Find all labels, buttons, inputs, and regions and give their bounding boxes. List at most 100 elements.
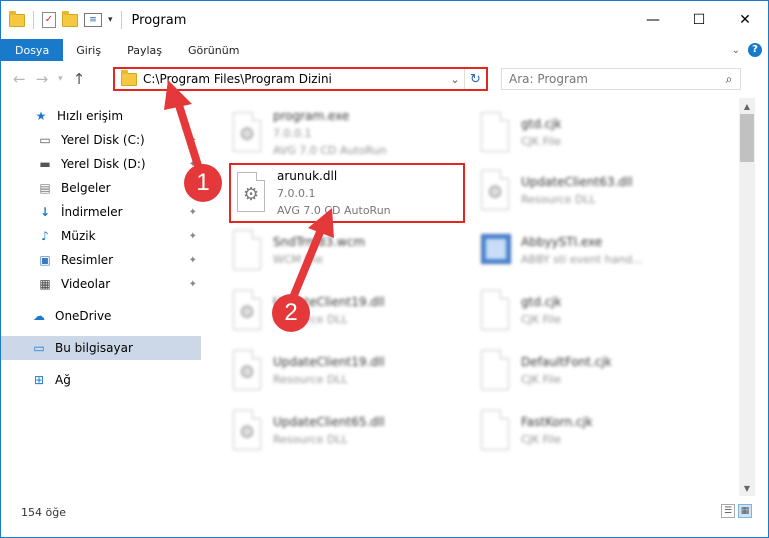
properties-check-icon[interactable]: ✓ <box>42 12 56 28</box>
file-item-arunuk-dll[interactable]: ⚙ arunuk.dll 7.0.0.1 AVG 7.0 CD AutoRun <box>233 165 473 221</box>
nav-item-label: İndirmeler <box>61 205 123 219</box>
toolbar-divider <box>120 11 122 29</box>
customize-dropdown-icon[interactable]: ▾ <box>108 15 113 25</box>
pin-icon: ✦ <box>188 206 197 218</box>
file-name: AbbyySTI.exe <box>521 235 603 249</box>
nav-item-label: Hızlı erişim <box>57 109 124 123</box>
file-name: FastKorn.cjk <box>521 415 593 429</box>
nav-item-label: Müzik <box>61 229 96 243</box>
file-item[interactable]: ⚙ program.exe 7.0.0.1 AVG 7.0 CD AutoRun <box>229 105 469 161</box>
file-type: CJK File <box>521 433 562 446</box>
file-type: CJK File <box>521 135 562 148</box>
nav-item-local-disk-c[interactable]: ▭ Yerel Disk (C:) ✦ <box>1 128 201 152</box>
up-arrow-icon[interactable]: ↑ <box>73 70 86 88</box>
search-icon[interactable]: ⌕ <box>718 72 740 87</box>
file-name: UpdateClient65.dll <box>273 415 385 429</box>
file-item[interactable]: ⚙ UpdateClient19.dll Resource DLL <box>229 283 469 339</box>
file-icon <box>477 408 513 454</box>
nav-item-label: Belgeler <box>61 181 111 195</box>
pin-icon: ✦ <box>188 254 197 266</box>
tab-view[interactable]: Görünüm <box>175 39 252 61</box>
back-arrow-icon[interactable]: ← <box>13 70 26 88</box>
close-button[interactable]: ✕ <box>722 1 768 39</box>
nav-item-pictures[interactable]: ▣ Resimler ✦ <box>1 248 201 272</box>
nav-item-onedrive[interactable]: ☁ OneDrive <box>1 304 201 328</box>
file-name: arunuk.dll <box>277 168 338 183</box>
address-path[interactable]: C:\Program Files\Program Dizini <box>143 72 446 86</box>
search-box[interactable]: Ara: Program ⌕ <box>501 68 741 90</box>
new-folder-icon[interactable] <box>62 10 78 27</box>
nav-item-label: Resimler <box>61 253 114 267</box>
nav-item-documents[interactable]: ▤ Belgeler ✦ <box>1 176 201 200</box>
minimize-button[interactable]: — <box>630 1 676 39</box>
refresh-icon[interactable]: ↻ <box>464 69 486 89</box>
tab-file[interactable]: Dosya <box>1 39 64 61</box>
pin-icon: ✦ <box>188 278 197 290</box>
file-item[interactable]: AbbyySTI.exe ABBY sti event hand... <box>477 223 717 279</box>
vertical-scrollbar[interactable]: ▲ ▼ <box>739 98 755 496</box>
exe-icon: ⚙ <box>229 110 265 156</box>
drive-icon: ▭ <box>39 133 51 147</box>
dll-gear-icon: ⚙ <box>229 408 265 454</box>
ribbon-right: ⌄ ? <box>732 39 762 61</box>
file-item[interactable]: gtd.cjk CJK File <box>477 105 717 161</box>
nav-item-music[interactable]: ♪ Müzik ✦ <box>1 224 201 248</box>
nav-item-label: Ağ <box>55 373 71 387</box>
nav-item-videos[interactable]: ▦ Videolar ✦ <box>1 272 201 296</box>
help-icon[interactable]: ? <box>748 43 762 57</box>
file-type: CJK File <box>521 373 562 386</box>
view-options-icon[interactable]: ≡ <box>84 13 102 27</box>
tab-share[interactable]: Paylaş <box>114 39 175 61</box>
cloud-icon: ☁ <box>33 309 45 323</box>
folder-icon <box>121 69 137 86</box>
file-name: gtd.cjk <box>521 295 562 309</box>
scroll-down-icon[interactable]: ▼ <box>739 480 755 496</box>
nav-item-this-pc[interactable]: ▭ Bu bilgisayar <box>1 336 201 360</box>
maximize-button[interactable]: ☐ <box>676 1 722 39</box>
step-2-badge: 2 <box>272 294 310 332</box>
nav-item-downloads[interactable]: ↓ İndirmeler ✦ <box>1 200 201 224</box>
file-type: Resource DLL <box>273 433 348 446</box>
navigation-buttons: ← → ▾ ↑ <box>1 70 113 88</box>
file-description: AVG 7.0 CD AutoRun <box>273 143 387 157</box>
tiles-view-icon[interactable]: ▦ <box>738 504 752 518</box>
address-dropdown-icon[interactable]: ⌄ <box>446 73 464 86</box>
file-name: program.exe <box>273 108 350 123</box>
search-input[interactable]: Ara: Program <box>509 72 718 86</box>
ribbon-tabs: Dosya Giriş Paylaş Görünüm ⌄ ? <box>1 39 768 61</box>
folder-icon <box>9 10 25 27</box>
explorer-window: ✓ ≡ ▾ Program — ☐ ✕ Dosya Giriş Paylaş G… <box>0 0 769 538</box>
nav-item-local-disk-d[interactable]: ▬ Yerel Disk (D:) ✦ <box>1 152 201 176</box>
scroll-thumb[interactable] <box>740 114 754 162</box>
videos-icon: ▦ <box>39 277 51 291</box>
file-item[interactable]: SndTrm83.wcm WCM File <box>229 223 469 279</box>
pin-icon: ✦ <box>188 134 197 146</box>
nav-item-quick-access[interactable]: ★ Hızlı erişim <box>1 104 201 128</box>
drive-icon: ▬ <box>39 157 51 171</box>
file-type: ABBY sti event hand... <box>521 253 643 266</box>
dll-gear-icon: ⚙ <box>233 170 269 216</box>
scroll-up-icon[interactable]: ▲ <box>739 98 755 114</box>
dll-gear-icon: ⚙ <box>229 288 265 334</box>
expand-ribbon-icon[interactable]: ⌄ <box>732 45 740 56</box>
file-item[interactable]: ⚙ UpdateClient19.dll Resource DLL <box>229 343 469 399</box>
file-item[interactable]: ⚙ UpdateClient63.dll Resource DLL <box>477 163 717 219</box>
file-item[interactable]: ⚙ UpdateClient65.dll Resource DLL <box>229 403 469 459</box>
address-row: ← → ▾ ↑ C:\Program Files\Program Dizini … <box>1 61 768 97</box>
title-bar: ✓ ≡ ▾ Program — ☐ ✕ <box>1 1 768 39</box>
nav-item-label: OneDrive <box>55 309 112 323</box>
forward-arrow-icon[interactable]: → <box>36 70 49 88</box>
file-item[interactable]: FastKorn.cjk CJK File <box>477 403 717 459</box>
file-icon <box>477 348 513 394</box>
recent-dropdown-icon[interactable]: ▾ <box>58 74 63 84</box>
step-1-badge: 1 <box>184 164 222 202</box>
details-view-icon[interactable]: ☰ <box>721 504 735 518</box>
view-switcher: ☰ ▦ <box>721 504 752 518</box>
nav-item-network[interactable]: ⊞ Ağ <box>1 368 201 392</box>
tab-home[interactable]: Giriş <box>63 39 114 61</box>
file-item[interactable]: DefaultFont.cjk CJK File <box>477 343 717 399</box>
address-bar[interactable]: C:\Program Files\Program Dizini ⌄ ↻ <box>113 67 488 91</box>
star-icon: ★ <box>35 109 47 123</box>
file-name: SndTrm83.wcm <box>273 235 366 249</box>
file-item[interactable]: gtd.cjk CJK File <box>477 283 717 339</box>
